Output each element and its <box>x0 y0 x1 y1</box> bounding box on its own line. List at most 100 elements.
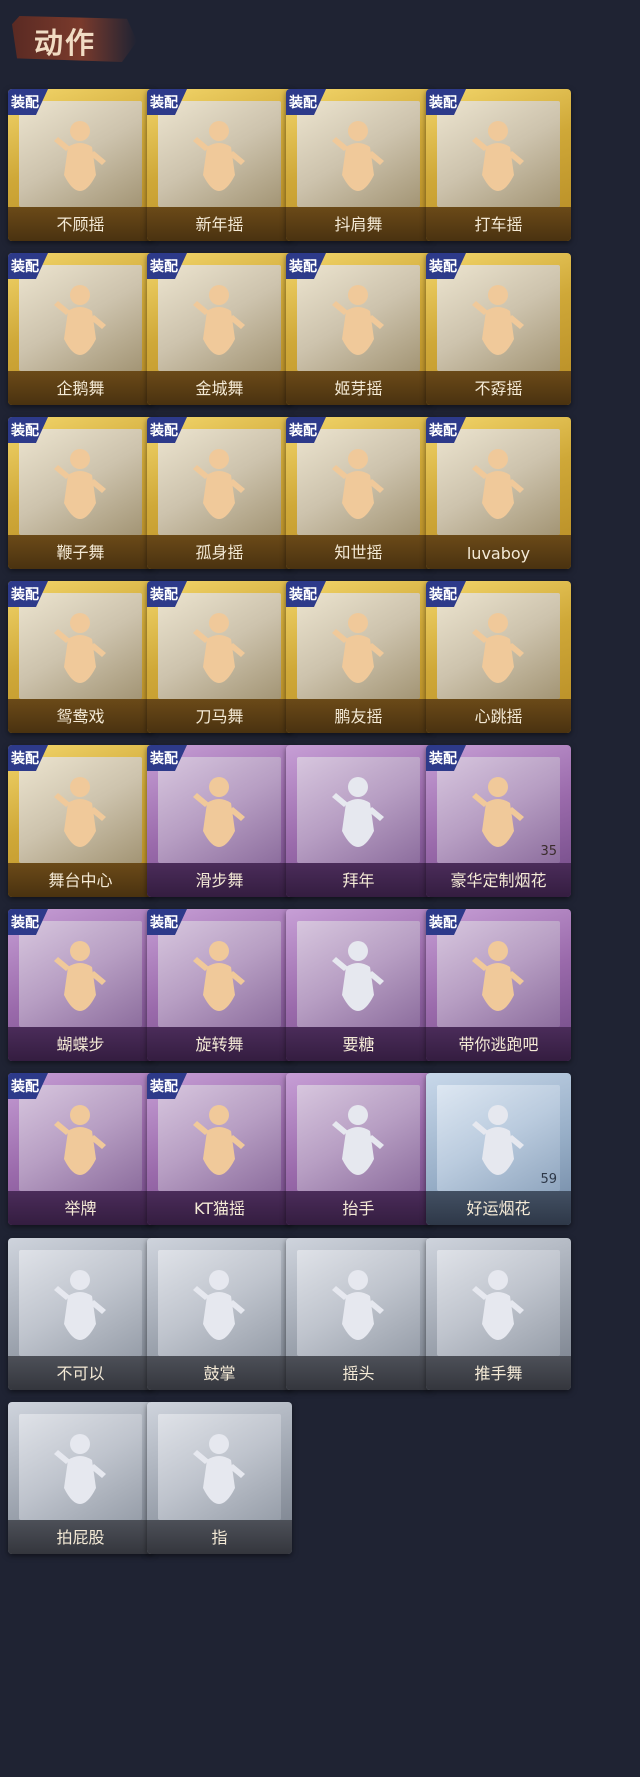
emote-name: 新年摇 <box>195 215 244 234</box>
equipped-label: 装配 <box>429 259 457 275</box>
emote-card[interactable]: 孤身摇 装配 <box>147 417 292 569</box>
emote-name: 举牌 <box>64 1199 97 1218</box>
emote-figure-icon <box>472 941 524 1011</box>
emote-figure-icon <box>193 285 245 355</box>
emote-card[interactable]: 好运烟花 59 <box>426 1073 571 1225</box>
emote-card[interactable]: 蝴蝶步 装配 <box>8 909 153 1061</box>
equipped-label: 装配 <box>289 587 317 603</box>
section-header: 动作 <box>0 0 640 75</box>
equipped-label: 装配 <box>11 95 39 111</box>
emote-name: 刀马舞 <box>195 707 244 726</box>
emote-card[interactable]: 不孬摇 装配 <box>426 253 571 405</box>
emote-name: 鸳鸯戏 <box>56 707 105 726</box>
emote-card[interactable]: 旋转舞 装配 <box>147 909 292 1061</box>
emote-name: 抖肩舞 <box>334 215 383 234</box>
emote-card[interactable]: 抬手 <box>286 1073 431 1225</box>
emote-card[interactable]: 带你逃跑吧 装配 <box>426 909 571 1061</box>
emote-figure-icon <box>332 1105 384 1175</box>
emote-name: 心跳摇 <box>474 707 523 726</box>
equipped-label: 装配 <box>289 259 317 275</box>
emote-name: luvaboy <box>466 544 531 563</box>
emote-card[interactable]: 不顾摇 装配 <box>8 89 153 241</box>
equipped-label: 装配 <box>150 915 178 931</box>
emote-figure-icon <box>332 941 384 1011</box>
emote-card[interactable]: 鸳鸯戏 装配 <box>8 581 153 733</box>
emote-card[interactable]: 鞭子舞 装配 <box>8 417 153 569</box>
emote-figure-icon <box>193 1105 245 1175</box>
emote-figure-icon <box>193 121 245 191</box>
emote-card[interactable]: 拍屁股 <box>8 1402 153 1554</box>
emote-name: 孤身摇 <box>195 543 244 562</box>
emote-card[interactable]: 豪华定制烟花 装配 35 <box>426 745 571 897</box>
emote-figure-icon <box>54 613 106 683</box>
equipped-label: 装配 <box>150 587 178 603</box>
emote-figure-icon <box>332 449 384 519</box>
emote-card[interactable]: 心跳摇 装配 <box>426 581 571 733</box>
emote-figure-icon <box>54 1270 106 1340</box>
equipped-label: 装配 <box>289 423 317 439</box>
emote-name: 摇头 <box>342 1364 375 1383</box>
emote-name: 鞭子舞 <box>56 543 105 562</box>
emote-figure-icon <box>54 121 106 191</box>
emote-card[interactable]: 摇头 <box>286 1238 431 1390</box>
equipped-label: 装配 <box>289 95 317 111</box>
emote-card[interactable]: 要糖 <box>286 909 431 1061</box>
emote-card[interactable]: 打车摇 装配 <box>426 89 571 241</box>
equipped-label: 装配 <box>429 423 457 439</box>
emote-name: 旋转舞 <box>195 1035 244 1054</box>
emote-card[interactable]: 新年摇 装配 <box>147 89 292 241</box>
emote-card[interactable]: 鼓掌 <box>147 1238 292 1390</box>
emote-name: 舞台中心 <box>48 871 113 890</box>
emote-figure-icon <box>54 1434 106 1504</box>
emote-figure-icon <box>193 1434 245 1504</box>
emote-card[interactable]: KT猫摇 装配 <box>147 1073 292 1225</box>
emote-figure-icon <box>332 121 384 191</box>
emote-figure-icon <box>332 1270 384 1340</box>
emote-card[interactable]: 指 <box>147 1402 292 1554</box>
section-title: 动作 <box>34 26 97 60</box>
emote-figure-icon <box>193 941 245 1011</box>
emote-card[interactable]: 举牌 装配 <box>8 1073 153 1225</box>
emote-card[interactable]: 抖肩舞 装配 <box>286 89 431 241</box>
equipped-label: 装配 <box>11 423 39 439</box>
emote-name: 带你逃跑吧 <box>458 1035 539 1054</box>
emote-name: 拜年 <box>342 871 375 890</box>
emote-card[interactable]: 滑步舞 装配 <box>147 745 292 897</box>
item-count: 35 <box>540 844 557 859</box>
emote-figure-icon <box>193 449 245 519</box>
emote-card[interactable]: 不可以 <box>8 1238 153 1390</box>
equipped-label: 装配 <box>429 915 457 931</box>
emote-figure-icon <box>193 1270 245 1340</box>
emote-name: 推手舞 <box>474 1364 523 1383</box>
emote-figure-icon <box>54 941 106 1011</box>
emote-name: 鼓掌 <box>203 1364 236 1383</box>
emote-card[interactable]: 姬芽摇 装配 <box>286 253 431 405</box>
emote-name: 打车摇 <box>474 215 523 234</box>
emote-card[interactable]: 鹏友摇 装配 <box>286 581 431 733</box>
emote-figure-icon <box>193 777 245 847</box>
emote-figure-icon <box>54 1105 106 1175</box>
emote-name: 蝴蝶步 <box>56 1035 105 1054</box>
emote-figure-icon <box>332 777 384 847</box>
emote-card[interactable]: 知世摇 装配 <box>286 417 431 569</box>
emote-card[interactable]: luvaboy 装配 <box>426 417 571 569</box>
emote-card[interactable]: 推手舞 <box>426 1238 571 1390</box>
emote-card[interactable]: 企鹅舞 装配 <box>8 253 153 405</box>
emote-card[interactable]: 拜年 <box>286 745 431 897</box>
emote-figure-icon <box>332 285 384 355</box>
emote-name: 要糖 <box>342 1035 375 1054</box>
emote-card[interactable]: 刀马舞 装配 <box>147 581 292 733</box>
emote-name: 拍屁股 <box>56 1528 105 1547</box>
emote-card[interactable]: 金城舞 装配 <box>147 253 292 405</box>
emote-card[interactable]: 舞台中心 装配 <box>8 745 153 897</box>
emote-name: 知世摇 <box>334 543 383 562</box>
emote-figure-icon <box>472 449 524 519</box>
emote-name: KT猫摇 <box>193 1199 246 1218</box>
emote-name: 抬手 <box>342 1199 375 1218</box>
emote-name: 不孬摇 <box>474 379 523 398</box>
emote-figure-icon <box>472 121 524 191</box>
emote-name: 滑步舞 <box>195 871 244 890</box>
equipped-label: 装配 <box>11 587 39 603</box>
emote-name: 指 <box>211 1528 228 1547</box>
emote-figure-icon <box>54 285 106 355</box>
